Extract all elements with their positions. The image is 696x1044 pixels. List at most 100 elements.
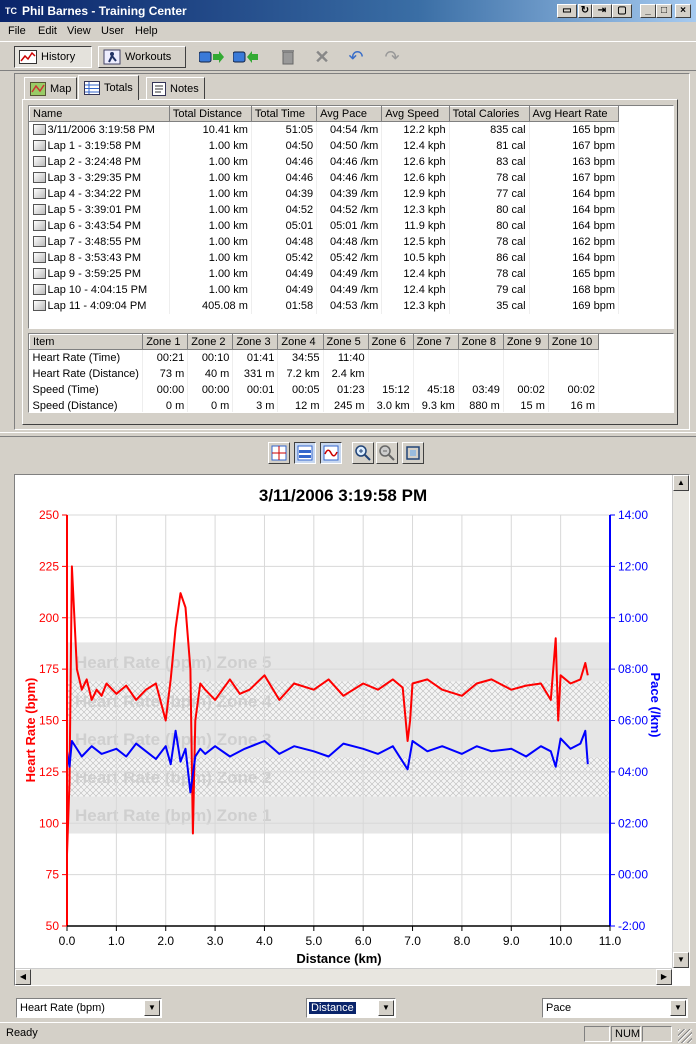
pane-splitter[interactable] [0,432,696,437]
laps-cell-text: 1.00 km [208,219,248,232]
map-icon [30,81,46,96]
menu-edit[interactable]: Edit [38,25,57,37]
zone-row[interactable]: Speed (Time) 00:00 00:00 00:01 00:05 01:23 15:… [29,381,600,398]
zones-col-header[interactable]: Zone 3 [232,334,279,350]
delete-history-icon[interactable] [278,48,298,66]
receive-from-device-icon[interactable] [232,48,260,66]
lap-row[interactable]: Lap 5 - 3:39:01 PM 1.00 km 04:52 04:52 /km 1… [29,201,620,218]
menu-help[interactable]: Help [135,25,158,37]
laps-col-header[interactable]: Avg Speed [381,106,450,122]
y-tick-label: 225 [39,559,59,573]
zones-table[interactable]: Item Zone 1 Zone 2 Zone 3 Zone 4 Zone 5 Zone 6… [28,333,674,413]
send-to-device-icon[interactable] [198,48,226,66]
window-restore-icon[interactable]: ▢ [612,4,632,18]
zones-col-header[interactable]: Zone 6 [367,334,414,350]
zones-cell-text: 00:21 [156,351,185,364]
lap-row[interactable]: Lap 11 - 4:09:04 PM 405.08 m 01:58 04:53 /k… [29,297,620,314]
scroll-up-icon[interactable]: ▲ [673,475,689,491]
history-label: History [41,51,76,63]
minimize-button[interactable]: _ [640,4,656,18]
zoom-out-icon[interactable] [376,442,398,464]
fit-to-window-icon[interactable] [402,442,424,464]
lap-row[interactable]: Lap 6 - 3:43:54 PM 1.00 km 05:01 05:01 /km 1… [29,217,620,234]
lap-row[interactable]: Lap 1 - 3:19:58 PM 1.00 km 04:50 04:50 /km 1… [29,137,620,154]
workouts-button[interactable]: Workouts [98,46,186,68]
menu-view[interactable]: View [67,25,91,37]
scroll-down-icon[interactable]: ▼ [673,952,689,968]
tab-map[interactable]: Map [24,77,78,99]
right-axis-select[interactable]: Pace ▼ [542,998,688,1018]
zones-col-header[interactable]: Zone 10 [547,334,600,350]
zone-row[interactable]: Speed (Distance) 0 m 0 m 3 m 12 m 245 m 3.0 km… [29,397,600,412]
left-axis-select[interactable]: Heart Rate (bpm) ▼ [16,998,162,1018]
laps-cell-text: 78 cal [496,235,526,248]
zones-cell: 40 m [187,365,234,382]
zoom-in-icon[interactable] [352,442,374,464]
crosshair-icon[interactable] [268,442,290,464]
laps-table[interactable]: Name Total Distance Total Time Avg Pace Avg … [28,105,674,329]
maximize-button[interactable]: □ [656,4,672,18]
tab-notes[interactable]: Notes [146,77,205,99]
close-button[interactable]: × [675,4,691,18]
zones-col-header[interactable]: Zone 4 [277,334,324,350]
laps-cell: Lap 11 - 4:09:04 PM [29,297,170,314]
resize-grip-icon[interactable] [678,1029,692,1043]
chart-frame[interactable]: 3/11/2006 3:19:58 PM Heart Rate (bpm) Zo… [14,474,690,986]
laps-col-header[interactable]: Avg Heart Rate [528,106,620,122]
zone-row[interactable]: Heart Rate (Time) 00:21 00:10 01:41 34:55 11:… [29,349,600,366]
laps-cell: 835 cal [449,121,530,138]
undo-icon[interactable]: ↶ [346,47,366,67]
lap-row[interactable]: Lap 2 - 3:24:48 PM 1.00 km 04:46 04:46 /km 1… [29,153,620,170]
lap-row[interactable]: 3/11/2006 3:19:58 PM 10.41 km 51:05 04:54 /… [29,121,620,138]
menu-user[interactable]: User [101,25,124,37]
zones-col-header[interactable]: Zone 7 [412,334,459,350]
zones-col-header[interactable]: Zone 9 [502,334,549,350]
laps-cell-text: 12.5 kph [403,235,446,248]
chart-vertical-scrollbar[interactable]: ▲ ▼ [672,475,689,968]
export-icon[interactable]: ⇥ [592,4,612,18]
lap-row[interactable]: Lap 8 - 3:53:43 PM 1.00 km 05:42 05:42 /km 1… [29,249,620,266]
x-axis-select[interactable]: Distance ▼ [306,998,396,1018]
laps-col-header[interactable]: Total Distance [168,106,252,122]
lap-row[interactable]: Lap 9 - 3:59:25 PM 1.00 km 04:49 04:49 /km 1… [29,265,620,282]
laps-col-header[interactable]: Total Time [250,106,318,122]
status-text: Ready [6,1027,38,1039]
delete-x-icon[interactable]: ✕ [312,47,332,67]
zones-col-header[interactable]: Zone 2 [187,334,234,350]
window-titlebar[interactable]: TC Phil Barnes - Training Center ▭ ↻ ⇥ ▢… [0,0,696,22]
scroll-left-icon[interactable]: ◀ [15,969,31,985]
menu-file[interactable]: File [8,25,26,37]
zone-row[interactable]: Heart Rate (Distance) 73 m 40 m 331 m 7.2 km… [29,365,600,382]
zones-col-header[interactable]: Zone 5 [322,334,369,350]
zones-col-header[interactable]: Zone 8 [457,334,504,350]
zones-cell: 2.4 km [323,365,369,382]
zones-icon[interactable] [294,442,316,464]
scroll-right-icon[interactable]: ▶ [656,969,672,985]
zones-col-header[interactable]: Item [29,334,144,350]
gps-device-icon[interactable]: ▭ [557,4,577,18]
laps-col-header[interactable]: Total Calories [448,106,530,122]
laps-cell-text: 80 cal [496,203,526,216]
redo-icon[interactable]: ↷ [382,47,402,67]
chart-svg[interactable]: 3/11/2006 3:19:58 PM Heart Rate (bpm) Zo… [15,475,689,985]
history-button[interactable]: History [14,46,92,68]
lap-row[interactable]: Lap 3 - 3:29:35 PM 1.00 km 04:46 04:46 /km 1… [29,169,620,186]
laps-cell-text: Lap 3 - 3:29:35 PM [47,171,142,184]
zones-col-header[interactable]: Zone 1 [142,334,189,350]
laps-col-header[interactable]: Avg Pace [316,106,383,122]
lap-row[interactable]: Lap 10 - 4:04:15 PM 1.00 km 04:49 04:49 /km… [29,281,620,298]
chevron-down-icon[interactable]: ▼ [144,1000,160,1016]
zones-cell: 00:00 [142,381,189,398]
laps-cell: 164 bpm [529,185,620,202]
laps-col-header[interactable]: Name [29,106,170,122]
laps-cell: 04:48 /km [316,233,383,250]
lap-row[interactable]: Lap 4 - 3:34:22 PM 1.00 km 04:39 04:39 /km 1… [29,185,620,202]
chart-horizontal-scrollbar[interactable]: ◀ ▶ [15,968,672,985]
tab-totals[interactable]: Totals [78,75,139,100]
sync-icon[interactable]: ↻ [578,4,592,18]
tab-notes-label: Notes [170,82,199,95]
smoothing-icon[interactable] [320,442,342,464]
lap-row[interactable]: Lap 7 - 3:48:55 PM 1.00 km 04:48 04:48 /km 1… [29,233,620,250]
chevron-down-icon[interactable]: ▼ [670,1000,686,1016]
chevron-down-icon[interactable]: ▼ [378,1000,394,1016]
